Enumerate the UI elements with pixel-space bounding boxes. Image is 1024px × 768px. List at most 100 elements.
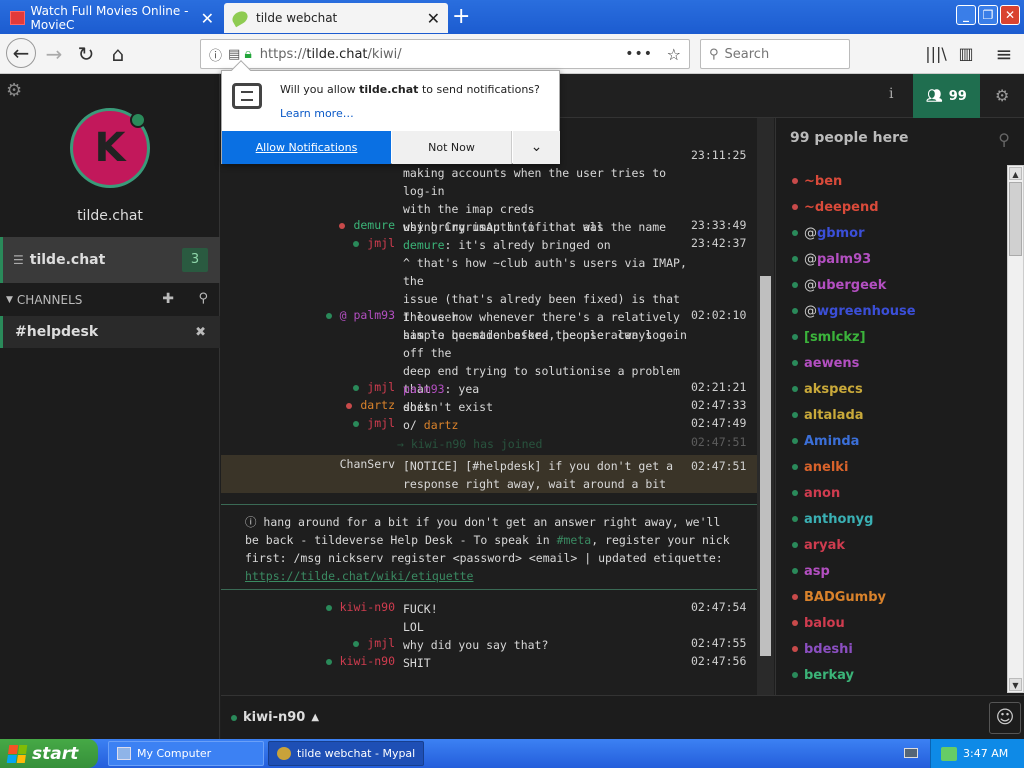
gear-icon[interactable]: ⚙ [995, 86, 1009, 105]
user-mode-prefix: @ [804, 303, 817, 319]
scrollbar-thumb[interactable] [1009, 182, 1022, 256]
etiquette-link[interactable]: https://tilde.chat/wiki/etiquette [245, 567, 735, 585]
caret-down-icon: ▼ [6, 295, 13, 305]
forward-arrow-icon[interactable]: → [40, 40, 68, 68]
start-button[interactable]: start [0, 739, 98, 768]
user-list-item[interactable]: Aminda [776, 428, 1006, 454]
keyboard-icon[interactable] [904, 748, 918, 758]
message-nick[interactable]: jmjl [353, 636, 395, 650]
messages-scrollbar[interactable] [757, 118, 774, 706]
channels-header[interactable]: ▼ CHANNELS ✚ ⚲ [0, 287, 220, 313]
user-list-item[interactable]: [smlckz] [776, 324, 1006, 350]
back-arrow-icon[interactable]: ← [6, 38, 36, 68]
status-dot [353, 640, 360, 647]
page-actions-icon[interactable]: ••• [625, 46, 653, 62]
chevron-down-icon[interactable]: ⌄ [513, 131, 560, 164]
new-tab-icon[interactable]: + [452, 4, 470, 29]
message-text: why did you say that? [403, 638, 549, 652]
window-close-icon[interactable]: ✕ [1000, 5, 1020, 25]
tab-tilde-webchat[interactable]: tilde webchat ✕ [224, 3, 448, 33]
message-nick[interactable]: ChanServ [340, 457, 395, 471]
user-list-item[interactable]: ~deepend [776, 194, 1006, 220]
user-mode-prefix: @ [804, 225, 817, 241]
notification-permission-icon[interactable]: ▤ [228, 47, 240, 62]
user-list-item[interactable]: bdeshi [776, 636, 1006, 662]
message-nick[interactable]: jmjl [353, 380, 395, 394]
search-bar[interactable]: ⚲ [700, 39, 850, 69]
close-channel-icon[interactable]: ✖ [195, 325, 206, 340]
user-list-item[interactable]: @ palm93 [776, 246, 1006, 272]
reload-icon[interactable]: ↻ [72, 40, 100, 68]
current-nick-button[interactable]: kiwi-n90 ▲ [231, 710, 319, 725]
message-line: simple question asked, people always go … [403, 328, 674, 360]
user-nick: palm93 [817, 251, 872, 267]
sidebar-item-network[interactable]: ☰ tilde.chat 3 [0, 237, 220, 283]
user-list-item[interactable]: altalada [776, 402, 1006, 428]
message-time: 02:47:33 [691, 398, 747, 412]
sidebar-toggle-icon[interactable]: ▥ [952, 40, 980, 68]
taskbar-item-my-computer[interactable]: My Computer [108, 741, 264, 766]
menu-icon[interactable]: ≡ [990, 40, 1018, 68]
channel-link[interactable]: #meta [557, 533, 592, 547]
emoji-icon[interactable]: ☺ [989, 702, 1021, 734]
info-icon[interactable]: i [889, 86, 893, 102]
library-icon[interactable]: |||\ [922, 40, 950, 68]
user-list-item[interactable]: anthonyg [776, 506, 1006, 532]
user-list-item[interactable]: aryak [776, 532, 1006, 558]
user-list-item[interactable]: anelki [776, 454, 1006, 480]
info-icon[interactable]: ⓘ [209, 45, 222, 64]
gear-icon[interactable]: ⚙ [6, 80, 22, 101]
message-nick[interactable]: @ palm93 [325, 308, 395, 322]
scroll-down-icon[interactable]: ▼ [1009, 678, 1022, 691]
message-nick[interactable]: kiwi-n90 [325, 654, 395, 668]
leaf-favicon-icon [230, 8, 250, 28]
search-input[interactable] [724, 46, 835, 62]
bookmark-star-icon[interactable]: ☆ [667, 45, 681, 64]
nick-text: dartz [360, 398, 395, 412]
message-nick[interactable]: dartz [346, 398, 395, 412]
browser-nav-bar: ← → ↻ ⌂ ⓘ ▤ 🔒︎ https://tilde.chat/kiwi/ … [0, 34, 1024, 74]
network-icon[interactable] [941, 746, 957, 761]
close-icon[interactable]: ✕ [427, 9, 440, 28]
close-icon[interactable]: ✕ [201, 9, 214, 28]
search-icon[interactable]: ⚲ [198, 291, 208, 306]
user-list-item[interactable]: berkay [776, 662, 1006, 688]
taskbar-item-webchat[interactable]: tilde webchat - Mypal [268, 741, 424, 766]
user-list-item[interactable]: @ gbmor [776, 220, 1006, 246]
user-list-toggle-button[interactable]: 👥︎ 99 [913, 74, 980, 118]
user-list-item[interactable]: balou [776, 610, 1006, 636]
scroll-up-icon[interactable]: ▲ [1009, 167, 1022, 180]
nick-text: kiwi-n90 [339, 654, 395, 668]
message-nick[interactable]: demure [339, 218, 395, 232]
user-list-item[interactable]: @ ubergeek [776, 272, 1006, 298]
status-dot [792, 594, 798, 600]
status-dot [792, 464, 798, 470]
user-mode-prefix: @ [804, 277, 817, 293]
search-icon[interactable]: ⚲ [998, 130, 1010, 149]
learn-more-link[interactable]: Learn more… [280, 107, 354, 120]
minimize-icon[interactable]: _ [956, 5, 976, 25]
sidebar-item-helpdesk[interactable]: #helpdesk ✖ [0, 316, 220, 348]
message-time: 02:47:49 [691, 416, 747, 430]
user-list-item[interactable]: @ wgreenhouse [776, 298, 1006, 324]
message-nick[interactable]: kiwi-n90 [325, 600, 395, 614]
maximize-icon[interactable]: ❐ [978, 5, 998, 25]
user-list-item[interactable]: akspecs [776, 376, 1006, 402]
tab-movies[interactable]: Watch Full Movies Online - MovieC ✕ [2, 4, 222, 32]
message-time: 02:02:10 [691, 308, 747, 322]
allow-notifications-button[interactable]: Allow Notifications [222, 131, 391, 164]
url-bar[interactable]: ⓘ ▤ 🔒︎ https://tilde.chat/kiwi/ ••• ☆ [200, 39, 690, 69]
user-list-item[interactable]: ~ben [776, 168, 1006, 194]
message-nick[interactable]: jmjl [353, 236, 395, 250]
user-list-item[interactable]: asp [776, 558, 1006, 584]
tab-title: Watch Full Movies Online - MovieC [30, 4, 189, 32]
user-list-scrollbar[interactable]: ▲ ▼ [1007, 165, 1024, 693]
user-list-item[interactable]: anon [776, 480, 1006, 506]
message-nick[interactable]: jmjl [353, 416, 395, 430]
user-list-item[interactable]: BADGumby [776, 584, 1006, 610]
not-now-button[interactable]: Not Now [392, 131, 512, 164]
add-channel-icon[interactable]: ✚ [162, 291, 174, 307]
home-icon[interactable]: ⌂ [104, 40, 132, 68]
user-list-item[interactable]: aewens [776, 350, 1006, 376]
scrollbar-thumb[interactable] [760, 276, 771, 656]
